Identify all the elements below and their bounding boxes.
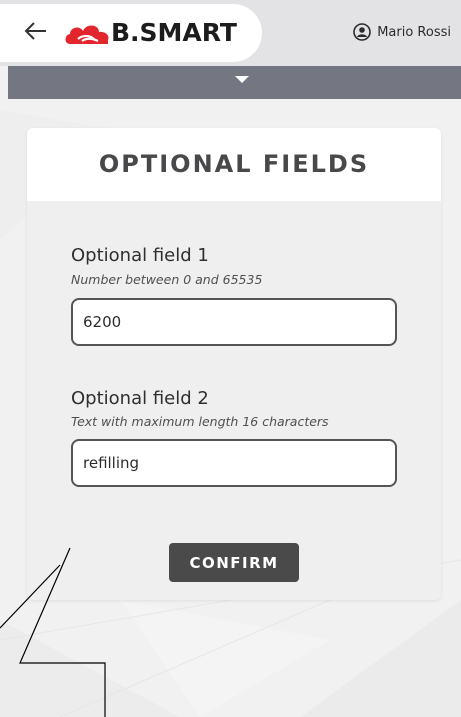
user-menu[interactable]: Mario Rossi bbox=[353, 23, 451, 41]
card-header: OPTIONAL FIELDS bbox=[27, 128, 441, 201]
user-circle-icon bbox=[353, 23, 372, 41]
brand-logo[interactable]: B.SMART bbox=[64, 20, 237, 46]
collapse-toggle[interactable] bbox=[8, 66, 461, 99]
optional-field-1-label: Optional field 1 bbox=[71, 245, 209, 266]
optional-field-2-label: Optional field 2 bbox=[71, 388, 209, 409]
optional-field-2-hint: Text with maximum length 16 characters bbox=[71, 414, 329, 429]
optional-field-2-input[interactable] bbox=[71, 439, 397, 487]
optional-fields-card: OPTIONAL FIELDS Optional field 1 Number … bbox=[27, 128, 441, 600]
optional-field-1-hint: Number between 0 and 65535 bbox=[71, 272, 263, 287]
brand-logo-text: B.SMART bbox=[111, 18, 237, 47]
caret-down-icon bbox=[235, 76, 249, 83]
brand-cloud-icon bbox=[65, 25, 109, 44]
user-name: Mario Rossi bbox=[377, 24, 451, 40]
confirm-button[interactable]: CONFIRM bbox=[169, 543, 299, 582]
optional-field-1-input[interactable] bbox=[71, 298, 397, 346]
card-title: OPTIONAL FIELDS bbox=[98, 150, 370, 178]
arrow-left-icon[interactable] bbox=[20, 15, 52, 47]
app-header: B.SMART Mario Rossi bbox=[0, 0, 461, 66]
